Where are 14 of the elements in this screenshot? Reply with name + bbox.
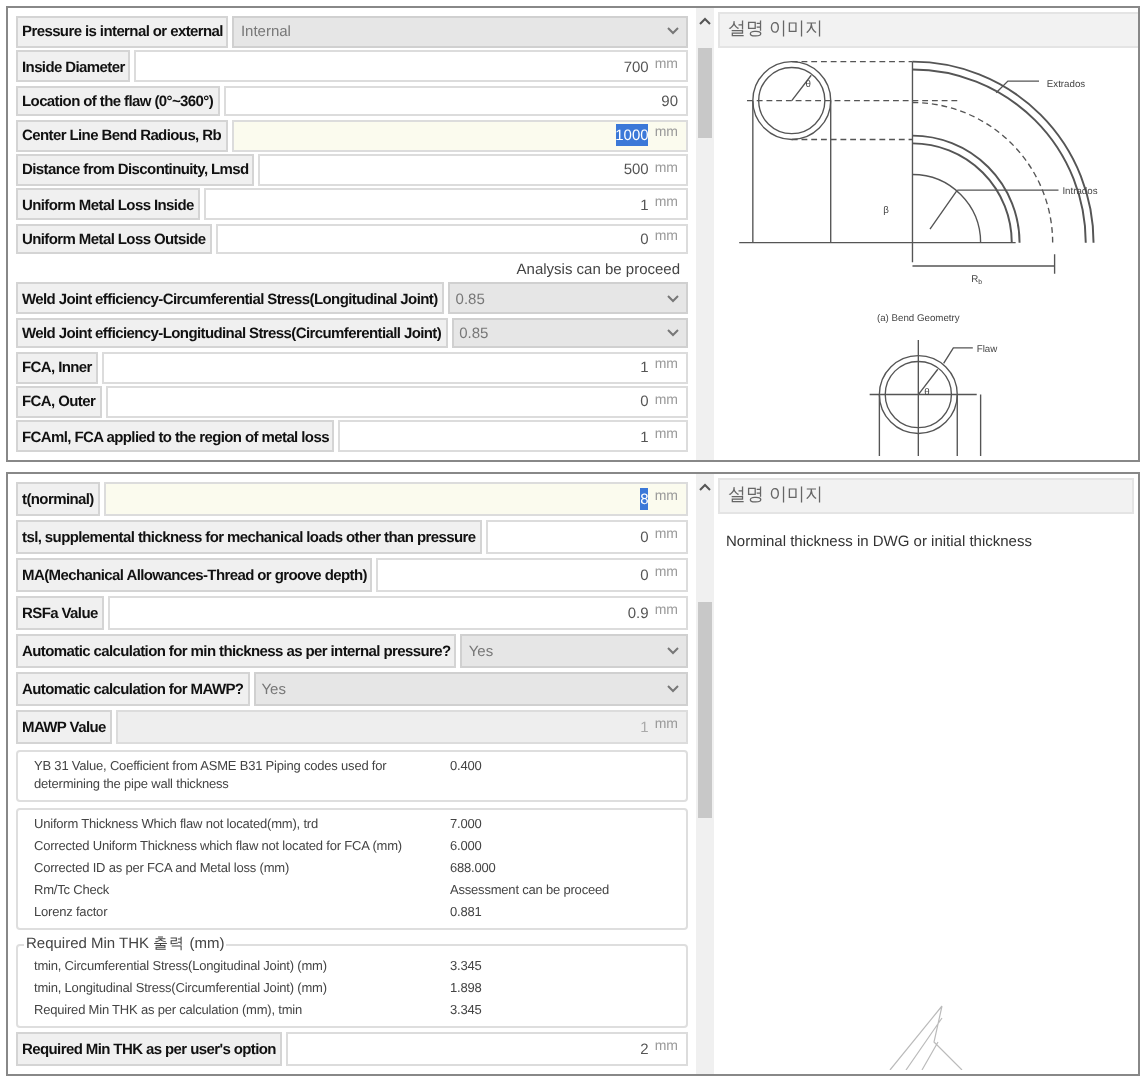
scrollbar[interactable] bbox=[696, 474, 714, 1074]
chevron-down-icon bbox=[666, 646, 680, 656]
scrollbar[interactable] bbox=[696, 8, 714, 460]
chevron-up-icon bbox=[698, 482, 712, 492]
chevron-down-icon bbox=[666, 684, 680, 694]
panel-header: 설명 이미지 bbox=[718, 12, 1138, 48]
chevron-down-icon bbox=[666, 327, 680, 338]
chevron-up-icon bbox=[698, 16, 712, 26]
scrollbar-thumb[interactable] bbox=[698, 48, 712, 138]
scrollbar-thumb[interactable] bbox=[698, 602, 712, 818]
chevron-down-icon bbox=[666, 293, 680, 304]
partial-diagram-drawing bbox=[886, 1002, 966, 1070]
panel-header: 설명 이미지 bbox=[718, 478, 1134, 514]
chevron-down-icon bbox=[666, 26, 680, 37]
